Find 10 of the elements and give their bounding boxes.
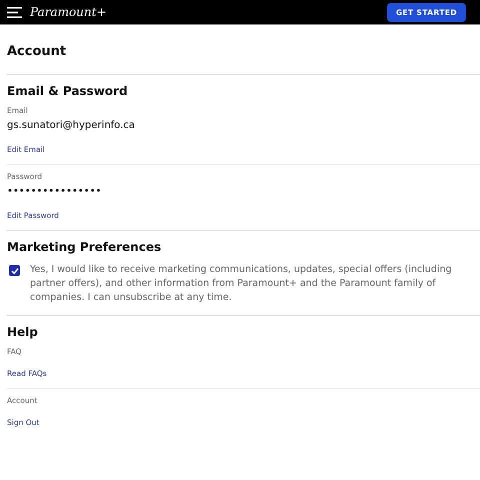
section-title: Help: [7, 325, 39, 339]
section-title: Email & Password: [7, 84, 129, 98]
menu-icon[interactable]: [7, 6, 22, 18]
logo[interactable]: Paramount+: [30, 5, 107, 19]
page-title: Account: [7, 43, 68, 61]
field-value: ••••••••••••••••: [7, 186, 102, 197]
field-value: gs.sunatori@hyperinfo.ca: [7, 120, 136, 131]
checkbox[interactable]: [9, 265, 20, 276]
section-title: Marketing Preferences: [7, 240, 162, 254]
consent-text: Yes, I would like to receive marketing communications, updates, special offers (including partner offers), and other information from Paramount+ and the Paramount family of companies. I can unsubscribe at any time.: [30, 263, 453, 305]
